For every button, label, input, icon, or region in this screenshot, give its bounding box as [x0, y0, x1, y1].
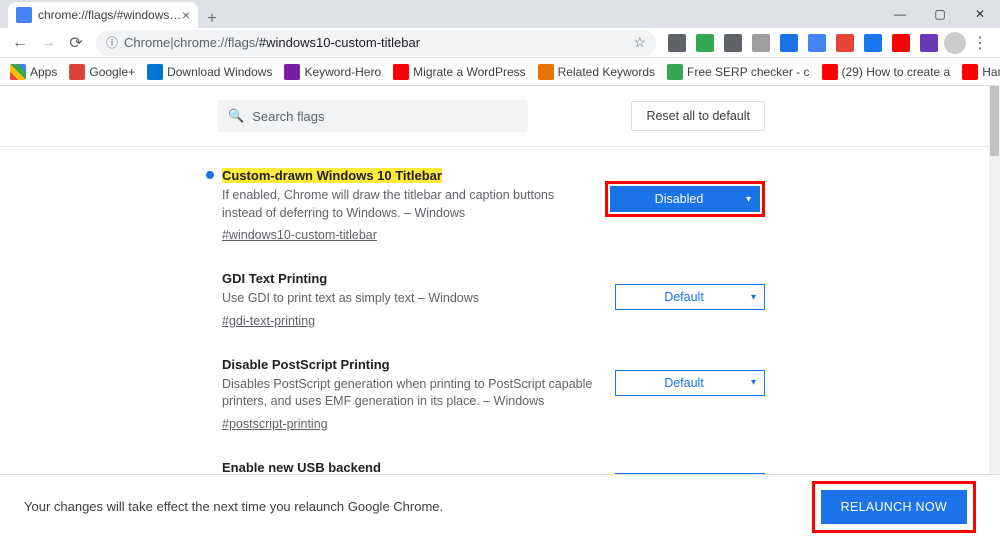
- bookmark-favicon: [284, 64, 300, 80]
- flag-item: Disable PostScript Printing Disables Pos…: [206, 346, 765, 449]
- flag-permalink[interactable]: #windows10-custom-titlebar: [222, 228, 377, 242]
- flag-description: Disables PostScript generation when prin…: [222, 376, 601, 411]
- bookmark-label: Google+: [89, 65, 135, 79]
- reset-all-button[interactable]: Reset all to default: [631, 101, 765, 131]
- bookmark-item[interactable]: Download Windows: [143, 64, 276, 80]
- profile-avatar[interactable]: [944, 32, 966, 54]
- flag-description: Use GDI to print text as simply text – W…: [222, 290, 601, 308]
- flag-dropdown[interactable]: Default: [615, 284, 765, 310]
- search-flags-input[interactable]: 🔍 Search flags: [218, 100, 528, 132]
- flag-title: Disable PostScript Printing: [222, 357, 390, 372]
- extension-icon-8[interactable]: [892, 34, 910, 52]
- flag-permalink[interactable]: #postscript-printing: [222, 417, 328, 431]
- search-row: 🔍 Search flags Reset all to default: [0, 86, 989, 147]
- info-icon[interactable]: ⓘ: [106, 34, 118, 51]
- url-scheme: Chrome: [124, 35, 170, 50]
- bookmark-favicon: [538, 64, 554, 80]
- extension-icon-9[interactable]: [920, 34, 938, 52]
- relaunch-now-button[interactable]: RELAUNCH NOW: [821, 490, 967, 524]
- bookmarks-bar: Apps Google+ Download Windows Keyword-Hero…: [0, 58, 1000, 86]
- modified-indicator: [206, 171, 214, 179]
- flag-title: Enable new USB backend: [222, 460, 381, 475]
- window-controls: — ▢ ✕: [880, 0, 1000, 28]
- bookmark-star-icon[interactable]: ☆: [633, 34, 646, 51]
- flag-control: Default: [615, 356, 765, 433]
- new-tab-button[interactable]: +: [198, 10, 226, 28]
- bookmark-favicon: [667, 64, 683, 80]
- extension-icon-1[interactable]: [696, 34, 714, 52]
- bookmark-item[interactable]: (29) How to create a: [818, 64, 955, 80]
- flag-item: Custom-drawn Windows 10 Titlebar If enab…: [206, 157, 765, 260]
- flag-control: Default: [615, 270, 765, 330]
- url-host: chrome://flags/: [174, 35, 259, 50]
- bookmark-favicon: [962, 64, 978, 80]
- extension-icons: [662, 34, 944, 52]
- bookmark-item[interactable]: Related Keywords: [534, 64, 659, 80]
- flag-control: Disabled: [605, 167, 765, 244]
- flag-title: GDI Text Printing: [222, 271, 327, 286]
- bookmark-favicon: [822, 64, 838, 80]
- bookmark-label: Keyword-Hero: [304, 65, 381, 79]
- bookmark-label: Download Windows: [167, 65, 272, 79]
- apps-shortcut[interactable]: Apps: [6, 64, 61, 80]
- apps-label: Apps: [30, 65, 57, 79]
- browser-toolbar: ← → ⟳ ⓘ Chrome | chrome://flags/ #window…: [0, 28, 1000, 58]
- bookmark-label: Hang Ups (Want You: [982, 65, 1000, 79]
- relaunch-bar: Your changes will take effect the next t…: [0, 474, 1000, 538]
- close-window-button[interactable]: ✕: [960, 0, 1000, 28]
- forward-button[interactable]: →: [34, 29, 62, 57]
- vertical-scrollbar[interactable]: [989, 86, 1000, 474]
- extension-icon-7[interactable]: [864, 34, 882, 52]
- bookmark-item[interactable]: Keyword-Hero: [280, 64, 385, 80]
- flag-dropdown[interactable]: Default: [615, 370, 765, 396]
- highlight-box: Disabled: [605, 181, 765, 217]
- scrollbar-thumb[interactable]: [990, 86, 999, 156]
- bookmark-item[interactable]: Hang Ups (Want You: [958, 64, 1000, 80]
- window-titlebar: chrome://flags/#windows10-cust × + — ▢ ✕: [0, 0, 1000, 28]
- relaunch-message: Your changes will take effect the next t…: [24, 499, 443, 514]
- bookmark-favicon: [69, 64, 85, 80]
- bookmark-favicon: [393, 64, 409, 80]
- extension-icon-0[interactable]: [668, 34, 686, 52]
- bookmark-label: (29) How to create a: [842, 65, 951, 79]
- extension-icon-6[interactable]: [836, 34, 854, 52]
- tab-title: chrome://flags/#windows10-cust: [38, 8, 182, 22]
- minimize-button[interactable]: —: [880, 0, 920, 28]
- bookmark-item[interactable]: Free SERP checker - c: [663, 64, 813, 80]
- flag-permalink[interactable]: #gdi-text-printing: [222, 314, 315, 328]
- bookmark-item[interactable]: Google+: [65, 64, 139, 80]
- search-placeholder: Search flags: [252, 109, 324, 124]
- search-icon: 🔍: [228, 108, 244, 124]
- flag-item: GDI Text Printing Use GDI to print text …: [206, 260, 765, 346]
- tab-favicon: [16, 7, 32, 23]
- reload-button[interactable]: ⟳: [62, 29, 90, 57]
- maximize-button[interactable]: ▢: [920, 0, 960, 28]
- chrome-menu-button[interactable]: ⋮: [966, 29, 994, 57]
- relaunch-highlight: RELAUNCH NOW: [812, 481, 976, 533]
- flag-title: Custom-drawn Windows 10 Titlebar: [222, 168, 442, 183]
- extension-icon-4[interactable]: [780, 34, 798, 52]
- close-tab-icon[interactable]: ×: [182, 7, 190, 23]
- back-button[interactable]: ←: [6, 29, 34, 57]
- bookmark-label: Free SERP checker - c: [687, 65, 809, 79]
- bookmark-favicon: [147, 64, 163, 80]
- extension-icon-3[interactable]: [752, 34, 770, 52]
- page-content: 🔍 Search flags Reset all to default Cust…: [0, 86, 989, 538]
- url-fragment: #windows10-custom-titlebar: [259, 35, 420, 50]
- browser-tab[interactable]: chrome://flags/#windows10-cust ×: [8, 2, 198, 28]
- flag-dropdown[interactable]: Disabled: [610, 186, 760, 212]
- extension-icon-2[interactable]: [724, 34, 742, 52]
- flag-description: If enabled, Chrome will draw the titleba…: [222, 187, 591, 222]
- address-bar[interactable]: ⓘ Chrome | chrome://flags/ #windows10-cu…: [96, 30, 656, 56]
- bookmark-label: Migrate a WordPress: [413, 65, 525, 79]
- bookmark-item[interactable]: Migrate a WordPress: [389, 64, 529, 80]
- apps-icon: [10, 64, 26, 80]
- extension-icon-5[interactable]: [808, 34, 826, 52]
- bookmark-label: Related Keywords: [558, 65, 655, 79]
